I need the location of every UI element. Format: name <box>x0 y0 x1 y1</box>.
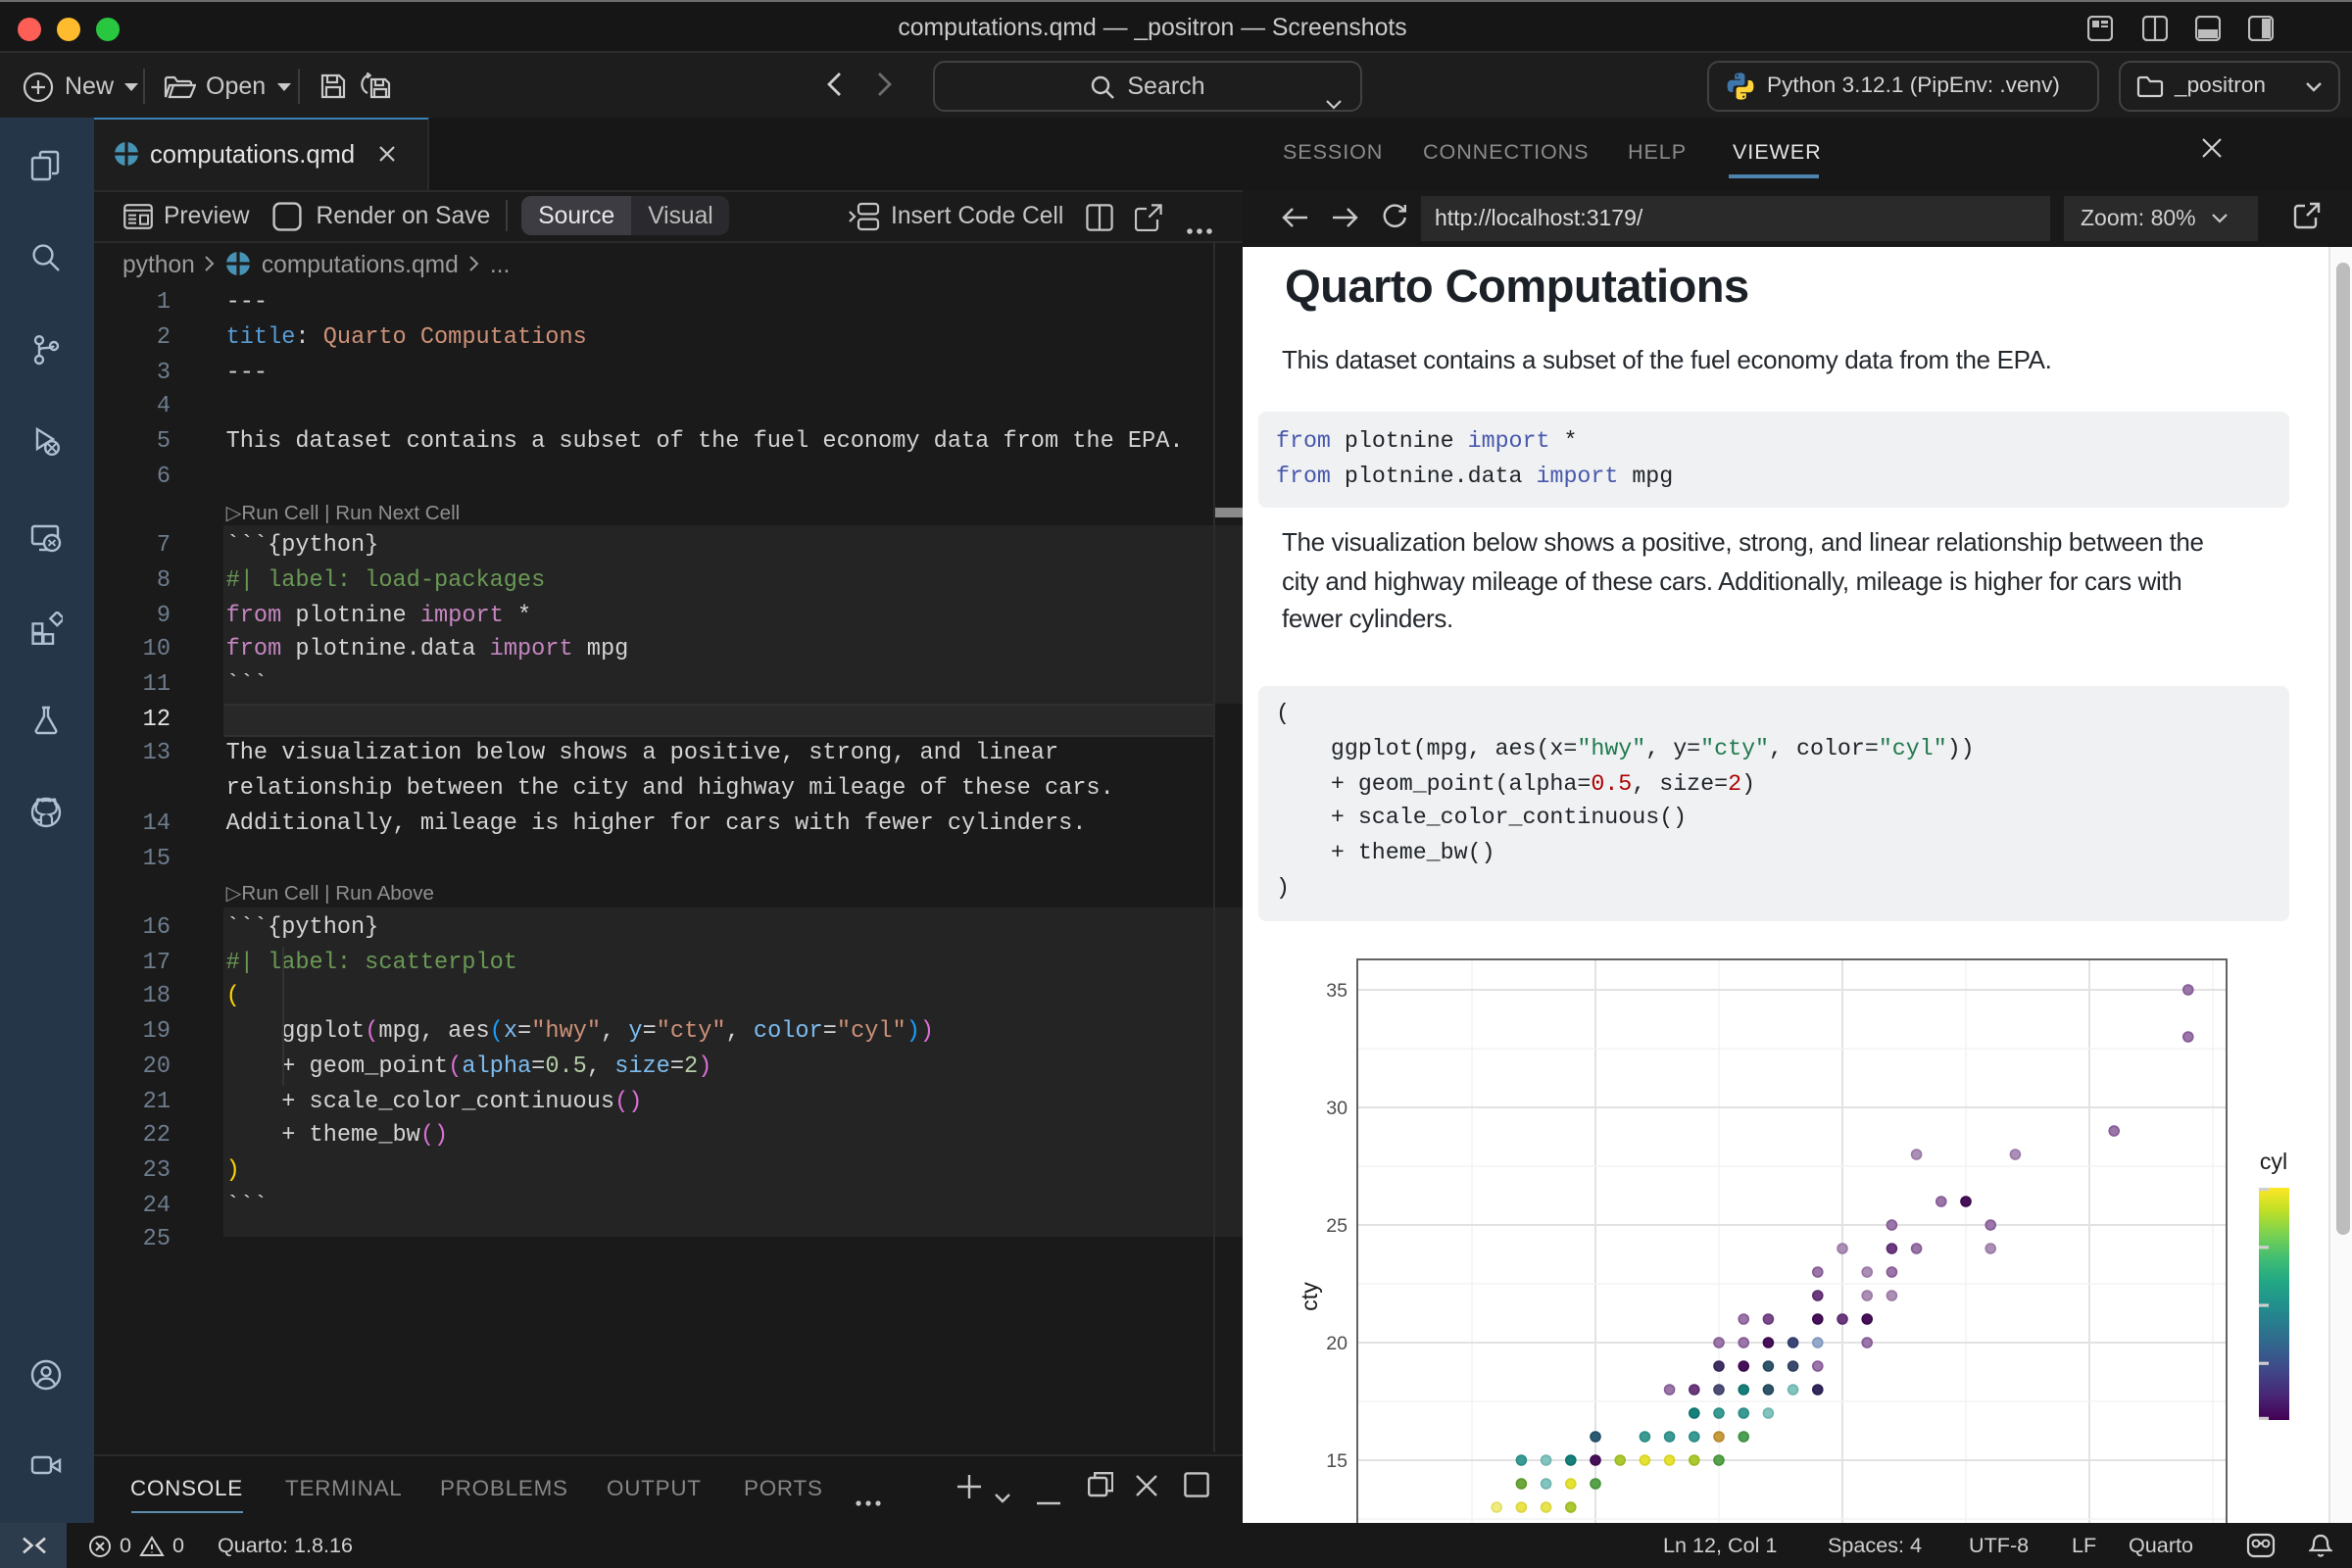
svg-text:15: 15 <box>1326 1449 1348 1471</box>
svg-text:35: 35 <box>1326 979 1348 1001</box>
svg-text:25: 25 <box>1326 1214 1348 1236</box>
svg-text:30: 30 <box>1326 1097 1348 1118</box>
svg-text:cty: cty <box>1297 1281 1322 1310</box>
svg-text:20: 20 <box>1326 1332 1348 1353</box>
svg-text:cyl: cyl <box>2260 1148 2287 1173</box>
